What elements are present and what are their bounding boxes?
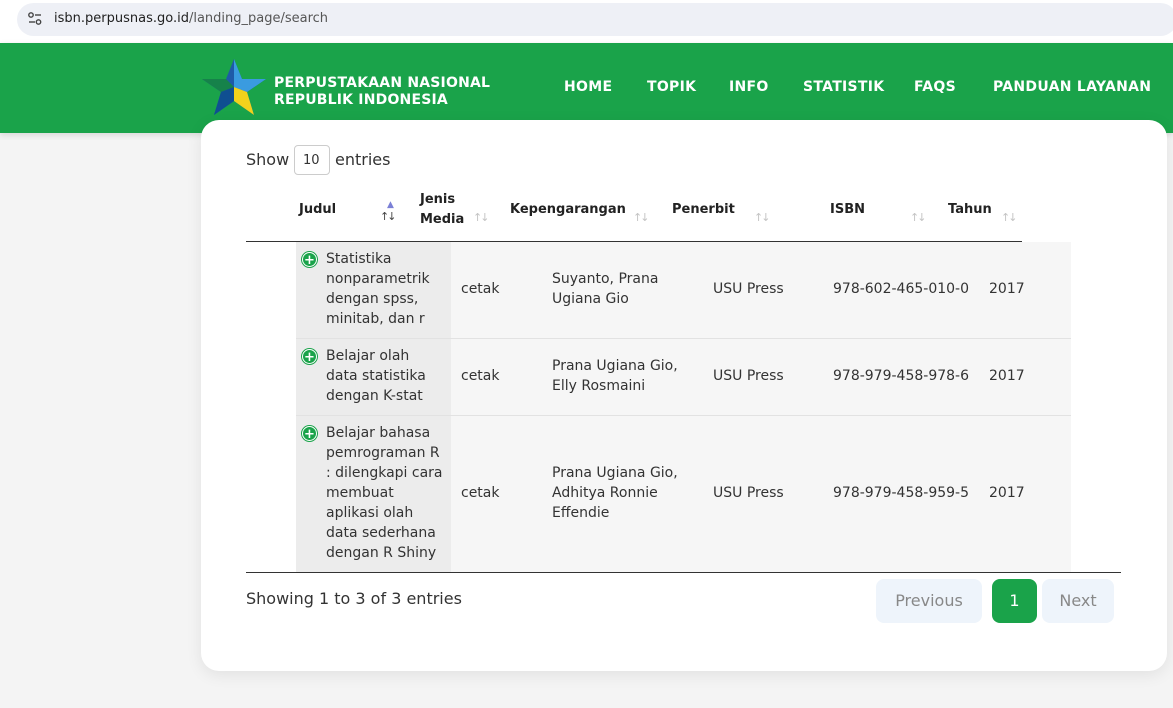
cell-tahun: 2017: [989, 485, 1025, 501]
table-info: Showing 1 to 3 of 3 entries: [246, 589, 462, 608]
sort-icon[interactable]: ↑↓: [473, 211, 490, 224]
cell-kepengarangan: Prana Ugiana Gio, Elly Rosmaini: [552, 358, 678, 394]
url-text[interactable]: isbn.perpusnas.go.id/landing_page/search: [54, 11, 328, 26]
cell-judul: Belajar bahasa pemrograman R : dilengkap…: [326, 425, 443, 561]
nav-statistik[interactable]: STATISTIK: [803, 79, 884, 95]
page-1-button[interactable]: 1: [992, 579, 1037, 623]
cell-penerbit: USU Press: [713, 485, 784, 501]
cell-jenis-media: cetak: [461, 281, 500, 297]
sort-icon[interactable]: ↑↓: [633, 211, 650, 224]
site-settings-icon[interactable]: [27, 11, 43, 27]
brand-line-1: PERPUSTAKAAN NASIONAL: [274, 75, 491, 91]
entries-label: entries: [335, 150, 391, 169]
table-row[interactable]: + Statistika nonparametrik dengan spss, …: [296, 242, 1071, 339]
brand-line-2: REPUBLIK INDONESIA: [274, 92, 448, 108]
cell-isbn: 978-602-465-010-0: [833, 281, 970, 297]
sort-icon[interactable]: ↑↓: [910, 211, 927, 224]
entries-select[interactable]: 10: [294, 145, 330, 175]
cell-kepengarangan: Prana Ugiana Gio, Adhitya Ronnie Effendi…: [552, 465, 678, 521]
star-logo-icon[interactable]: [200, 57, 268, 119]
cell-judul: Statistika nonparametrik dengan spss, mi…: [326, 251, 430, 327]
column-header-isbn[interactable]: ISBN: [830, 200, 865, 220]
cell-tahun: 2017: [989, 368, 1025, 384]
expand-row-icon[interactable]: +: [302, 252, 317, 268]
column-header-penerbit[interactable]: Penerbit: [672, 200, 735, 220]
nav-home[interactable]: HOME: [564, 79, 612, 95]
expand-row-icon[interactable]: +: [302, 349, 317, 365]
nav-faqs[interactable]: FAQS: [914, 79, 956, 95]
column-header-tahun[interactable]: Tahun: [948, 200, 992, 220]
column-header-judul[interactable]: Judul: [299, 200, 336, 220]
table-row[interactable]: + Belajar bahasa pemrograman R : dilengk…: [296, 416, 1071, 572]
site-brand[interactable]: PERPUSTAKAAN NASIONAL REPUBLIK INDONESIA: [274, 75, 490, 109]
expand-row-icon[interactable]: +: [302, 426, 317, 442]
table-row[interactable]: + Belajar olah data statistika dengan K-…: [296, 339, 1071, 416]
cell-penerbit: USU Press: [713, 281, 784, 297]
cell-isbn: 978-979-458-978-6: [833, 368, 970, 384]
sort-icon[interactable]: ↑↓: [754, 211, 771, 224]
previous-button[interactable]: Previous: [876, 579, 982, 623]
nav-panduan-layanan[interactable]: PANDUAN LAYANAN: [993, 79, 1151, 95]
column-header-jenis-media[interactable]: Jenis Media: [420, 190, 464, 230]
sort-icon[interactable]: ↑↓: [1001, 211, 1018, 224]
table-bottom-border: [246, 572, 1121, 573]
next-button[interactable]: Next: [1042, 579, 1114, 623]
column-header-kepengarangan[interactable]: Kepengarangan: [510, 200, 626, 220]
show-label: Show: [246, 150, 290, 169]
url-host: isbn.perpusnas.go.id: [54, 11, 189, 26]
cell-isbn: 978-979-458-959-5: [833, 485, 970, 501]
nav-info[interactable]: INFO: [729, 79, 769, 95]
cell-kepengarangan: Suyanto, Prana Ugiana Gio: [552, 271, 659, 307]
cell-tahun: 2017: [989, 281, 1025, 297]
url-path: /landing_page/search: [188, 11, 329, 26]
browser-toolbar: isbn.perpusnas.go.id/landing_page/search: [0, 0, 1173, 43]
cell-jenis-media: cetak: [461, 368, 500, 384]
nav-topik[interactable]: TOPIK: [647, 79, 696, 95]
cell-penerbit: USU Press: [713, 368, 784, 384]
cell-judul: Belajar olah data statistika dengan K-st…: [326, 348, 426, 404]
cell-jenis-media: cetak: [461, 485, 500, 501]
